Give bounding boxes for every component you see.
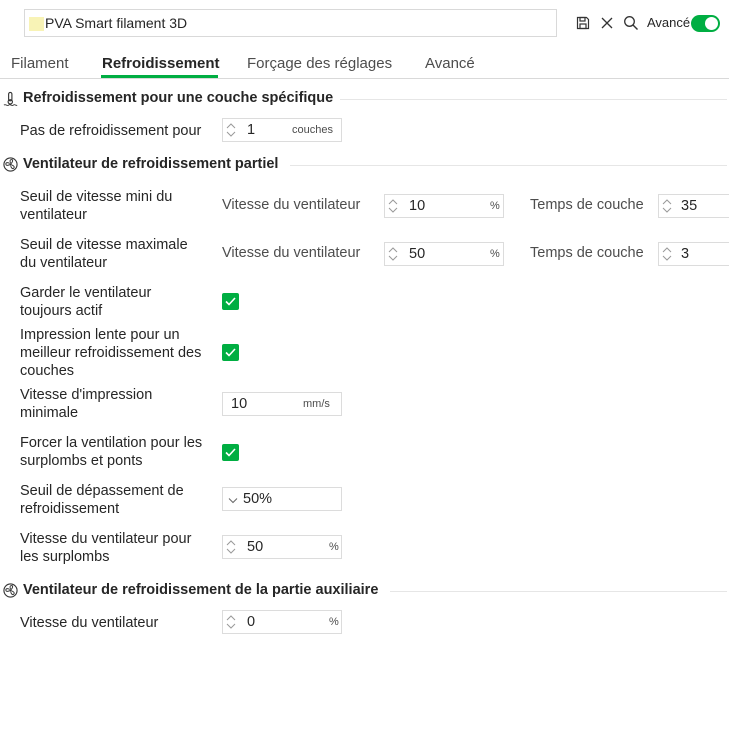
filament-color-swatch (29, 17, 44, 31)
spin-arrows-icon[interactable] (387, 245, 399, 263)
max-fan-speed-label: Vitesse du ventilateur (222, 245, 361, 261)
max-fan-speed-value: 50 (409, 246, 426, 262)
thermometer-icon (3, 91, 18, 106)
search-icon[interactable] (623, 15, 639, 31)
min-fan-threshold-label: Seuil de vitesse mini du ventilateur (20, 189, 173, 223)
chevron-down-icon (228, 498, 238, 504)
max-fan-speed-unit: % (490, 248, 500, 260)
aux-fan-speed-unit: % (329, 616, 339, 628)
min-fan-speed-value: 10 (409, 198, 426, 214)
cooling-layers-label: Pas de refroidissement pour (20, 123, 202, 139)
keep-fan-on-checkbox[interactable] (222, 293, 239, 310)
max-fan-speed-input[interactable]: 50 % (384, 242, 504, 266)
min-print-speed-label: Vitesse d'impression minimale (20, 387, 153, 421)
max-fan-layer-time-label: Temps de couche (530, 245, 644, 261)
slow-down-checkbox[interactable] (222, 344, 239, 361)
aux-fan-speed-label: Vitesse du ventilateur (20, 615, 159, 631)
toggle-knob (705, 17, 718, 30)
advanced-mode-toggle[interactable] (691, 15, 720, 32)
min-fan-speed-unit: % (490, 200, 500, 212)
overhang-fan-speed-input[interactable]: 50 % (222, 535, 342, 559)
overhang-fan-speed-unit: % (329, 541, 339, 553)
min-fan-speed-input[interactable]: 10 % (384, 194, 504, 218)
spin-arrows-icon[interactable] (225, 538, 237, 556)
advanced-mode-label: Avancé (647, 15, 691, 30)
max-fan-layer-time-input[interactable]: 3 (658, 242, 729, 266)
force-overhang-fan-label: Forcer la ventilation pour les surplombs… (20, 435, 203, 469)
cooling-layers-value: 1 (247, 122, 256, 138)
cooling-layers-unit: couches (292, 124, 333, 136)
section-divider (340, 99, 727, 100)
min-fan-layer-time-value: 35 (681, 198, 698, 214)
overhang-threshold-label: Seuil de dépassement de refroidissement (20, 483, 184, 517)
slow-down-label: Impression lente pour un meilleur refroi… (20, 327, 202, 379)
spin-arrows-icon[interactable] (387, 197, 399, 215)
min-print-speed-value: 10 (231, 396, 248, 412)
tab-avance[interactable]: Avancé (425, 55, 475, 72)
keep-fan-on-label: Garder le ventilateur toujours actif (20, 285, 152, 319)
overhang-fan-speed-label: Vitesse du ventilateur pour les surplomb… (20, 531, 192, 565)
spin-arrows-icon[interactable] (661, 197, 673, 215)
overhang-threshold-select[interactable]: 50% (222, 487, 342, 511)
min-print-speed-input[interactable]: 10 mm/s (222, 392, 342, 416)
min-fan-layer-time-label: Temps de couche (530, 197, 644, 213)
tab-filament[interactable]: Filament (11, 55, 69, 72)
min-fan-layer-time-input[interactable]: 35 (658, 194, 729, 218)
close-icon[interactable] (599, 15, 615, 31)
preset-name: PVA Smart filament 3D (45, 15, 188, 31)
max-fan-layer-time-value: 3 (681, 246, 690, 262)
section-title-part-fan: Ventilateur de refroidissement partiel (23, 156, 279, 172)
fan-icon (3, 583, 18, 598)
tab-forcage-reglages[interactable]: Forçage des réglages (247, 55, 392, 72)
cooling-layers-input[interactable]: 1 couches (222, 118, 342, 142)
spin-arrows-icon[interactable] (661, 245, 673, 263)
section-title-aux-fan: Ventilateur de refroidissement de la par… (23, 582, 379, 598)
aux-fan-speed-value: 0 (247, 614, 256, 630)
overhang-fan-speed-value: 50 (247, 539, 264, 555)
force-overhang-fan-checkbox[interactable] (222, 444, 239, 461)
max-fan-threshold-label: Seuil de vitesse maximale du ventilateur (20, 237, 188, 271)
min-fan-speed-label: Vitesse du ventilateur (222, 197, 361, 213)
fan-icon (3, 157, 18, 172)
tab-refroidissement[interactable]: Refroidissement (102, 55, 220, 72)
section-title-specific-layer: Refroidissement pour une couche spécifiq… (23, 90, 334, 106)
preset-selector[interactable]: PVA Smart filament 3D (24, 9, 557, 37)
aux-fan-speed-input[interactable]: 0 % (222, 610, 342, 634)
section-divider (290, 165, 727, 166)
min-print-speed-unit: mm/s (303, 398, 330, 410)
section-divider (390, 591, 727, 592)
overhang-threshold-value: 50% (243, 491, 273, 507)
save-icon[interactable] (575, 15, 591, 31)
spin-arrows-icon[interactable] (225, 121, 237, 139)
tabs-divider (0, 78, 729, 79)
spin-arrows-icon[interactable] (225, 613, 237, 631)
